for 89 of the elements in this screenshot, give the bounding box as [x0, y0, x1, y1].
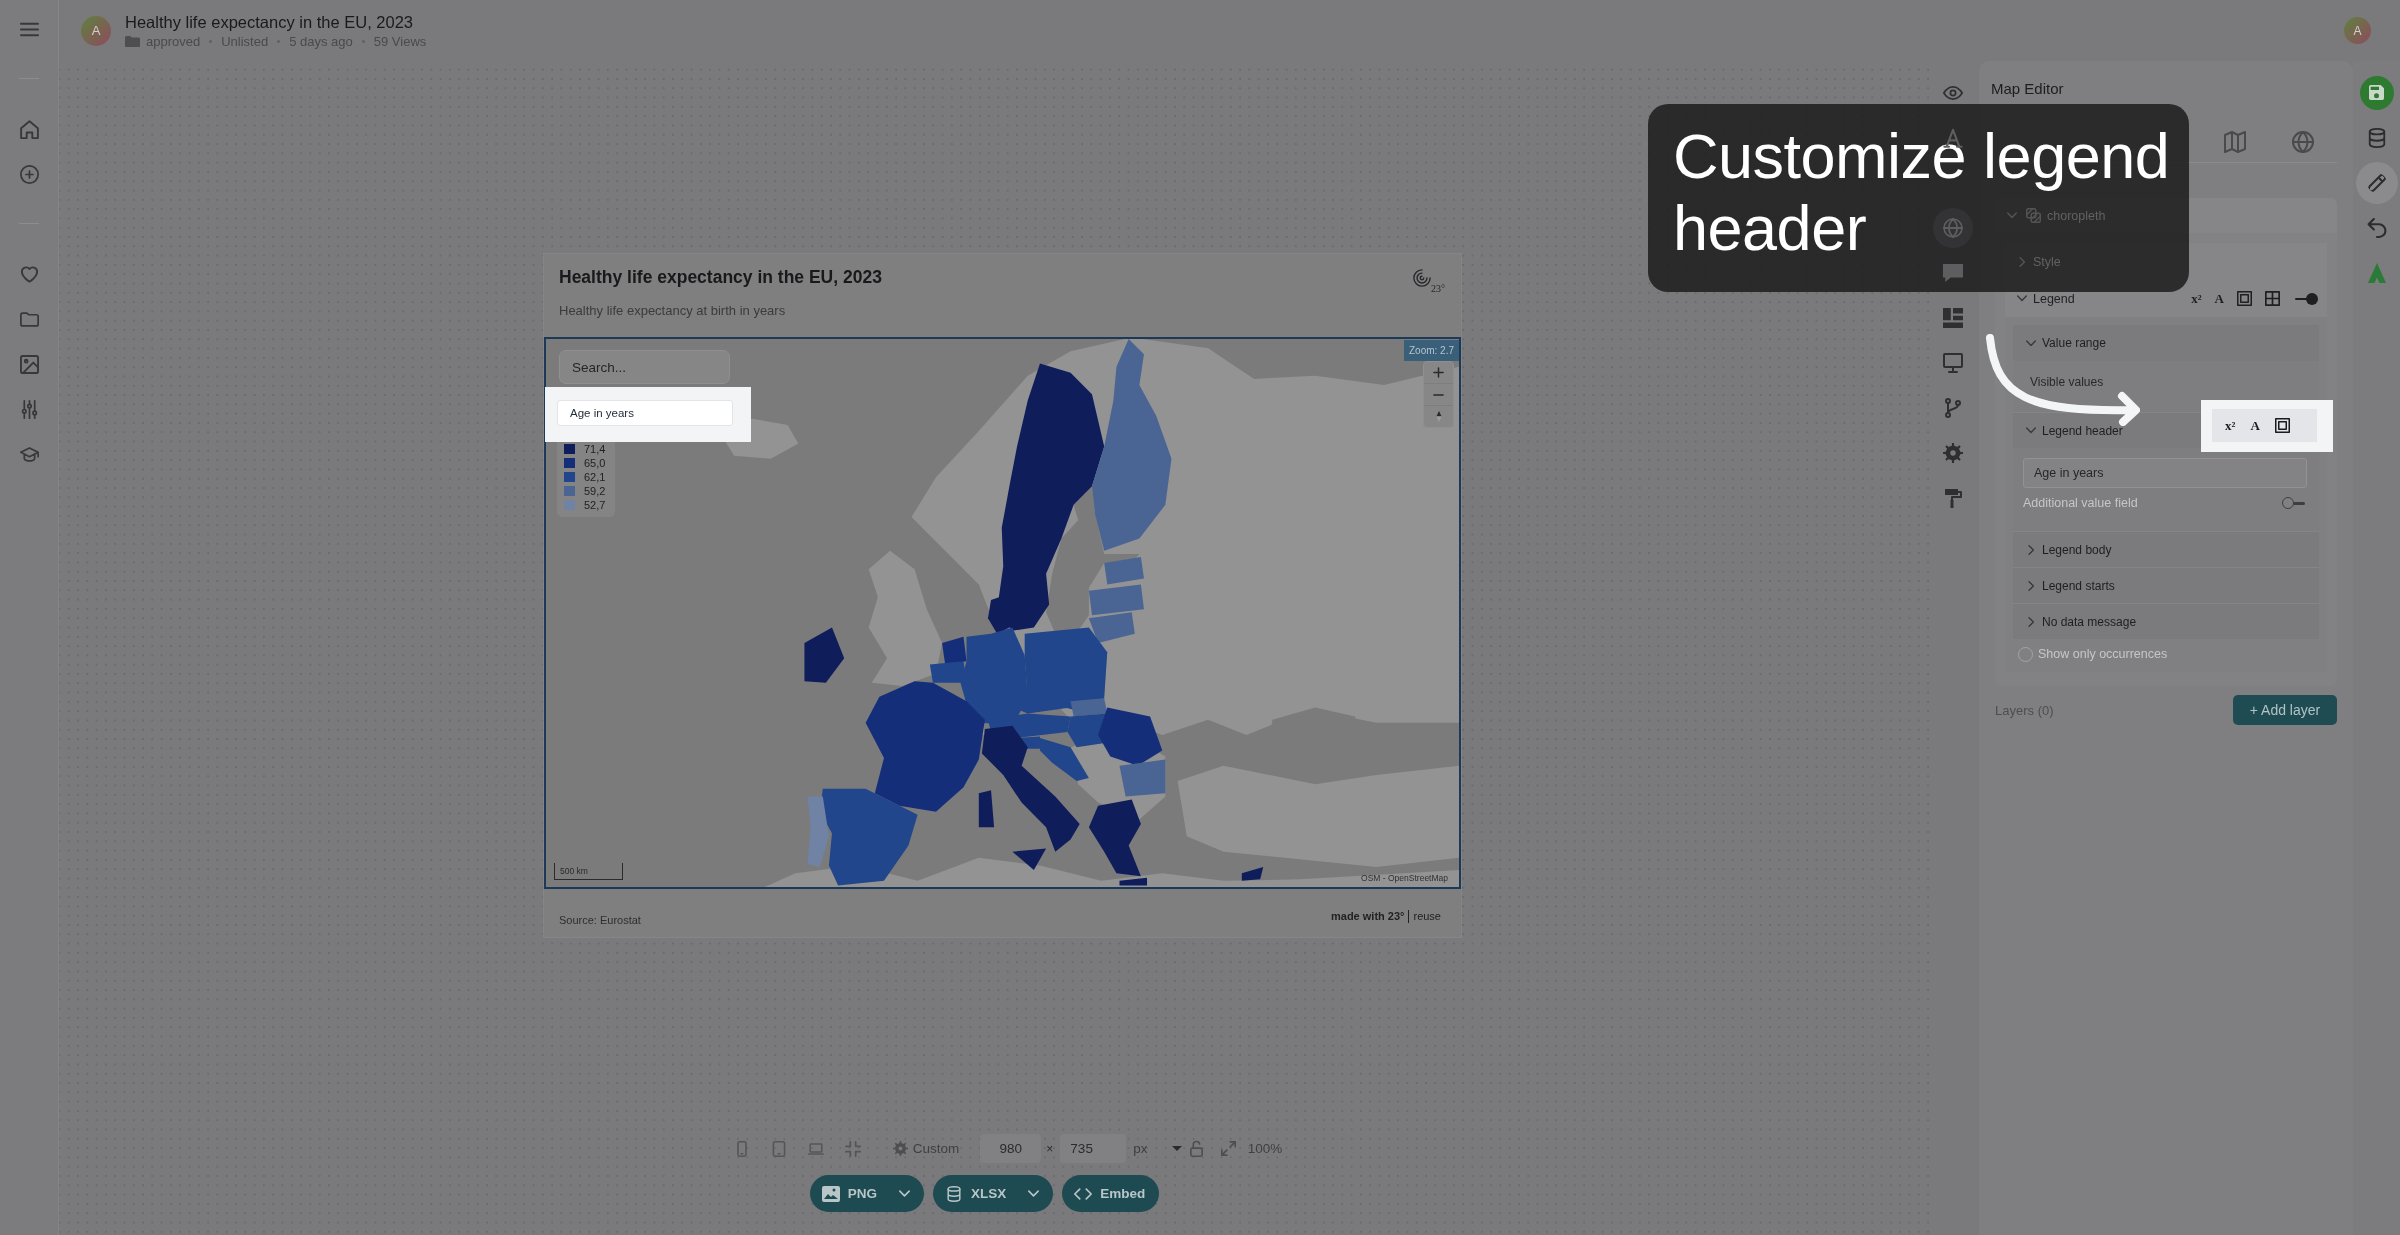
chevron-right-icon[interactable]	[2027, 616, 2035, 627]
chevron-down-icon[interactable]	[2017, 295, 2027, 302]
map-title: Healthy life expectancy in the EU, 2023	[559, 267, 882, 287]
image-export-button[interactable]: PNG	[809, 1175, 924, 1212]
logo-text: 23°	[1431, 283, 1445, 294]
layout-icon[interactable]	[1943, 307, 1963, 328]
data-export-button[interactable]: XLSX	[933, 1175, 1054, 1212]
reuse-link[interactable]: reuse	[1413, 909, 1441, 923]
font-button[interactable]: A	[2250, 418, 2260, 433]
legend-value: 71,4	[584, 443, 606, 455]
unit-dropdown[interactable]: px	[1133, 1141, 1182, 1156]
panel-title: Map Editor	[1991, 79, 2065, 98]
legend-value: 59,2	[584, 485, 606, 497]
credit-text: made with 23°	[1331, 909, 1405, 923]
search-field[interactable]: Search...	[559, 350, 730, 384]
chevron-right-icon[interactable]	[2027, 544, 2035, 555]
tablet-icon[interactable]	[770, 1140, 787, 1157]
settings-icon[interactable]	[1943, 442, 1963, 463]
monitor-icon[interactable]	[1943, 352, 1963, 373]
option-label: Visible values	[2030, 375, 2105, 390]
hatched-layers-icon	[2026, 208, 2041, 223]
caret-icon	[1171, 1146, 1182, 1151]
legend-value: 65,0	[584, 457, 606, 469]
folder-icon[interactable]	[19, 310, 39, 329]
document-title: Healthy life expectancy in the EU, 2023	[125, 11, 414, 32]
user-avatar[interactable]: A	[2344, 17, 2371, 44]
plus-icon[interactable]	[1433, 367, 1444, 378]
image-icon[interactable]	[19, 355, 39, 374]
attribution-text: OSM - OpenStreetMap	[1361, 873, 1448, 883]
chevron-right-icon[interactable]	[2018, 256, 2026, 267]
preset-label[interactable]: Custom	[912, 1141, 960, 1156]
globe-icon[interactable]	[2292, 131, 2314, 153]
undo-icon[interactable]	[2366, 217, 2387, 238]
height-input[interactable]: 735	[1060, 1134, 1127, 1163]
legend-value: 62,1	[584, 471, 606, 483]
source-text: Source: Eurostat	[559, 913, 641, 927]
toggle-switch[interactable]	[2282, 497, 2307, 509]
paint-roller-icon[interactable]	[1943, 487, 1963, 508]
code-icon	[1074, 1185, 1093, 1202]
times-sign: ×	[1046, 1141, 1054, 1156]
menu-icon[interactable]	[19, 20, 39, 39]
frame-icon[interactable]	[2274, 418, 2290, 433]
padlock-icon[interactable]	[1189, 1140, 1203, 1157]
laptop-icon[interactable]	[807, 1140, 824, 1157]
save-button[interactable]	[2359, 75, 2394, 110]
zoom-percent: 100%	[1247, 1141, 1283, 1156]
swirl-logo-icon	[1413, 269, 1431, 287]
speech-bubble-icon[interactable]	[1943, 262, 1963, 283]
add-layer-button[interactable]: + Add layer	[2233, 695, 2337, 725]
superscript-button[interactable]: x²	[2191, 291, 2202, 306]
compass-icon[interactable]	[1435, 410, 1442, 423]
graduation-cap-icon[interactable]	[19, 445, 39, 464]
embed-button[interactable]: Embed	[1062, 1175, 1160, 1212]
database-icon[interactable]	[2366, 127, 2387, 148]
database-icon	[945, 1185, 963, 1202]
expand-icon[interactable]	[1220, 1141, 1236, 1156]
superscript-button[interactable]: x²	[2225, 418, 2236, 433]
folder-icon	[125, 35, 140, 48]
width-input[interactable]: 980	[980, 1134, 1042, 1163]
branch-icon[interactable]	[1943, 397, 1963, 418]
sliders-icon[interactable]	[19, 400, 39, 419]
collapse-arrows-icon[interactable]	[844, 1140, 861, 1157]
picture-icon	[821, 1185, 840, 1202]
legend-value: 52,7	[584, 499, 606, 511]
plus-circle-icon[interactable]	[19, 165, 39, 184]
group-header[interactable]: Legend header	[2013, 412, 2201, 448]
heart-icon[interactable]	[19, 265, 39, 284]
group-header[interactable]: Legend starts	[2013, 567, 2319, 603]
option-label: Additional value field	[2023, 496, 2138, 510]
chevron-right-icon[interactable]	[2027, 580, 2035, 591]
home-icon[interactable]	[19, 120, 39, 139]
chevron-down-icon[interactable]	[2026, 339, 2036, 347]
settings-icon[interactable]	[892, 1141, 908, 1156]
table-icon[interactable]	[2265, 291, 2280, 306]
text-input[interactable]: Age in years	[2023, 458, 2307, 488]
zoom-level-label: Zoom: 2.7	[1403, 340, 1459, 361]
chevron-down-icon[interactable]	[2026, 427, 2036, 434]
group-header[interactable]: Legend body	[2013, 531, 2319, 567]
option-label: Show only occurrences	[2038, 647, 2168, 661]
legend-title: Age in years	[557, 400, 733, 426]
map-subtitle: Healthy life expectancy at birth in years	[559, 303, 787, 319]
group-header[interactable]: Value range	[2013, 325, 2319, 361]
font-button[interactable]: A	[2214, 291, 2224, 306]
toggle-switch[interactable]	[2293, 292, 2318, 305]
minus-icon[interactable]	[1433, 393, 1444, 396]
map-icon[interactable]	[2224, 131, 2246, 153]
avatar: A	[81, 15, 111, 46]
scale-bar: 500 km	[554, 863, 623, 880]
group-header[interactable]: No data message	[2013, 603, 2319, 639]
